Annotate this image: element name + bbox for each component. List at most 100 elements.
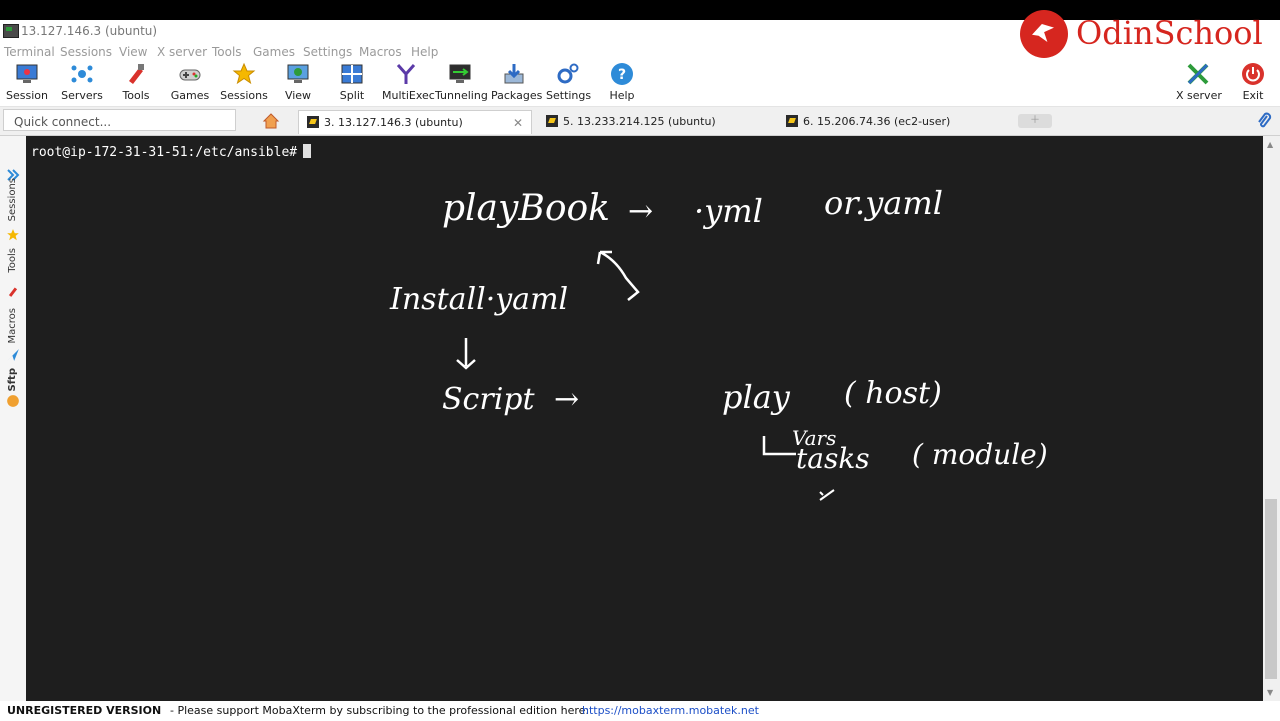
tunneling-icon xyxy=(449,64,471,83)
tab-session-6[interactable]: 6. 15.206.74.36 (ec2-user) xyxy=(778,110,1012,134)
x-server-button[interactable]: X server xyxy=(1176,62,1222,106)
packages-button[interactable]: Packages xyxy=(491,62,543,106)
scrollbar-thumb[interactable] xyxy=(1265,499,1277,679)
star-icon xyxy=(7,229,19,241)
tab-label: 3. 13.127.146.3 (ubuntu) xyxy=(324,116,463,129)
servers-button[interactable]: Servers xyxy=(59,62,105,106)
odinschool-bird-logo-icon xyxy=(1020,10,1068,58)
handwritten-yml: ·yml xyxy=(694,192,763,230)
support-message: - Please support MobaXterm by subscribin… xyxy=(170,704,590,717)
games-label: Games xyxy=(170,89,210,102)
send-icon xyxy=(7,349,19,361)
help-label: Help xyxy=(609,89,635,102)
window-title: 13.127.146.3 (ubuntu) xyxy=(21,24,158,38)
sidebar-item-macros[interactable]: Macros xyxy=(7,308,18,343)
menu-x-server[interactable]: X server xyxy=(157,45,207,59)
terminal-tab-icon xyxy=(307,116,319,128)
handwritten-playbook: playBook xyxy=(442,188,610,229)
multiexec-icon xyxy=(396,64,416,84)
terminal-tab-icon xyxy=(786,115,798,127)
tunneling-label: Tunneling xyxy=(435,89,488,102)
menu-view[interactable]: View xyxy=(119,45,147,59)
servers-icon xyxy=(71,65,93,83)
split-label: Split xyxy=(339,89,365,102)
tools-label: Tools xyxy=(122,89,150,102)
games-button[interactable]: Games xyxy=(168,62,212,106)
view-icon xyxy=(287,64,309,83)
tools-icon xyxy=(8,287,18,297)
sidebar-item-sftp[interactable]: Sftp xyxy=(7,368,18,392)
close-tab-icon[interactable]: ✕ xyxy=(513,116,523,130)
handwritten-tasks: tasks xyxy=(796,442,870,475)
menu-macros[interactable]: Macros xyxy=(359,45,402,59)
star-icon xyxy=(232,62,256,85)
settings-label: Settings xyxy=(546,89,592,102)
scroll-up-icon[interactable]: ▲ xyxy=(1267,140,1273,149)
gear-icon xyxy=(557,63,579,84)
terminal-tab-icon xyxy=(546,115,558,127)
tools-button[interactable]: Tools xyxy=(115,62,157,106)
tab-label: 6. 15.206.74.36 (ec2-user) xyxy=(803,115,951,128)
split-icon xyxy=(341,64,363,84)
help-icon: ? xyxy=(611,63,633,85)
sftp-icon xyxy=(7,395,19,407)
new-tab-button[interactable]: ＋ xyxy=(1018,114,1052,128)
status-bar: UNREGISTERED VERSION - Please support Mo… xyxy=(0,701,1280,721)
view-button[interactable]: View xyxy=(280,62,316,106)
multiexec-button[interactable]: MultiExec xyxy=(382,62,435,106)
home-icon[interactable] xyxy=(262,112,280,130)
menu-games[interactable]: Games xyxy=(253,45,295,59)
scroll-down-icon[interactable]: ▼ xyxy=(1267,688,1273,697)
odinschool-name: OdinSchool xyxy=(1076,14,1263,52)
x-server-label: X server xyxy=(1176,89,1222,102)
cursor xyxy=(303,144,312,158)
help-button[interactable]: ? Help xyxy=(604,62,640,106)
sessions-button[interactable]: Sessions xyxy=(220,62,268,106)
handwritten-host: ( host) xyxy=(844,376,942,411)
sessions-label: Sessions xyxy=(220,89,268,102)
menu-sessions[interactable]: Sessions xyxy=(60,45,112,59)
prompt-text: root@ip-172-31-31-51:/etc/ansible# xyxy=(31,145,298,160)
mobatek-link[interactable]: https://mobaxterm.mobatek.net xyxy=(582,704,759,717)
vertical-scrollbar[interactable]: ▲ ▼ xyxy=(1263,136,1280,701)
handwritten-or-yaml: or.yaml xyxy=(824,184,943,222)
svg-text:?: ? xyxy=(618,67,626,83)
handwritten-curved-arrow xyxy=(596,250,640,301)
multiexec-label: MultiExec xyxy=(382,89,435,102)
odinschool-watermark: OdinSchool xyxy=(1020,10,1270,60)
split-button[interactable]: Split xyxy=(334,62,370,106)
exit-button[interactable]: Exit xyxy=(1238,62,1268,106)
paperclip-icon[interactable] xyxy=(1256,112,1272,130)
menu-tools[interactable]: Tools xyxy=(212,45,242,59)
menu-settings[interactable]: Settings xyxy=(303,45,352,59)
quick-connect-input[interactable] xyxy=(3,109,236,131)
tab-bar: 3. 13.127.146.3 (ubuntu) ✕ 5. 13.233.214… xyxy=(0,107,1280,136)
shell-prompt: root@ip-172-31-31-51:/etc/ansible# xyxy=(31,144,312,160)
handwritten-arrow: → xyxy=(628,194,654,229)
view-label: View xyxy=(284,89,312,102)
mobaxterm-window: 13.127.146.3 (ubuntu) Terminal Sessions … xyxy=(0,20,1280,721)
sidebar-item-tools[interactable]: Tools xyxy=(7,248,18,273)
sidebar-item-sessions[interactable]: Sessions xyxy=(7,178,18,221)
terminal-area[interactable]: root@ip-172-31-31-51:/etc/ansible# playB… xyxy=(26,136,1263,701)
packages-label: Packages xyxy=(491,89,543,102)
x-server-icon xyxy=(1187,63,1209,85)
handwritten-install-yaml: Install·yaml xyxy=(390,282,569,317)
gamepad-icon xyxy=(179,69,201,81)
servers-label: Servers xyxy=(61,89,103,102)
session-button[interactable]: Session xyxy=(4,62,50,106)
tunneling-button[interactable]: Tunneling xyxy=(435,62,488,106)
tab-session-5[interactable]: 5. 13.233.214.125 (ubuntu) xyxy=(538,110,772,134)
tab-session-3[interactable]: 3. 13.127.146.3 (ubuntu) ✕ xyxy=(298,110,532,134)
tools-icon xyxy=(129,64,144,84)
menu-help[interactable]: Help xyxy=(411,45,438,59)
handwritten-tick-mark xyxy=(819,489,835,501)
monitor-icon xyxy=(16,64,38,83)
tab-label: 5. 13.233.214.125 (ubuntu) xyxy=(563,115,716,128)
settings-button[interactable]: Settings xyxy=(546,62,592,106)
handwritten-arrow: → xyxy=(554,382,580,417)
menu-terminal[interactable]: Terminal xyxy=(4,45,55,59)
handwritten-play: play xyxy=(722,378,790,416)
handwritten-down-arrow xyxy=(456,338,476,370)
power-icon xyxy=(1242,63,1264,85)
